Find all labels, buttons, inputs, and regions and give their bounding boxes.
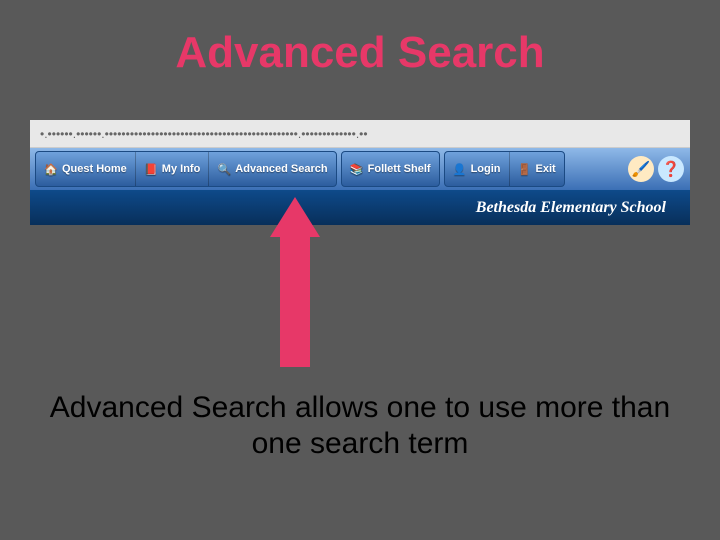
- url-bar: •.••••••.••••••.••••••••••••••••••••••••…: [30, 120, 690, 148]
- home-icon: 🏠: [44, 162, 58, 176]
- search-icon: 🔍: [217, 162, 231, 176]
- arrow-head-icon: [270, 197, 320, 237]
- app-screenshot: •.••••••.••••••.••••••••••••••••••••••••…: [30, 120, 690, 225]
- nav-label: Login: [471, 163, 501, 175]
- slide-caption: Advanced Search allows one to use more t…: [30, 390, 690, 462]
- school-banner: Bethesda Elementary School: [30, 190, 690, 225]
- info-icon: 📕: [144, 162, 158, 176]
- nav-label: Exit: [536, 163, 556, 175]
- slide-title: Advanced Search: [0, 28, 720, 78]
- nav-follett-shelf[interactable]: 📚 Follett Shelf: [342, 152, 439, 186]
- nav-bar: 🏠 Quest Home 📕 My Info 🔍 Advanced Search…: [30, 148, 690, 190]
- nav-group-main: 🏠 Quest Home 📕 My Info 🔍 Advanced Search: [35, 151, 337, 187]
- login-icon: 👤: [453, 162, 467, 176]
- nav-advanced-search[interactable]: 🔍 Advanced Search: [209, 152, 335, 186]
- exit-icon: 🚪: [518, 162, 532, 176]
- nav-label: My Info: [162, 163, 201, 175]
- nav-label: Follett Shelf: [368, 163, 431, 175]
- nav-group-session: 👤 Login 🚪 Exit: [444, 151, 565, 187]
- nav-label: Advanced Search: [235, 163, 327, 175]
- nav-spacer: [567, 148, 626, 190]
- shelf-icon: 📚: [350, 162, 364, 176]
- nav-label: Quest Home: [62, 163, 127, 175]
- arrow-stem: [280, 235, 310, 367]
- callout-arrow: [270, 197, 320, 367]
- school-name: Bethesda Elementary School: [476, 199, 666, 217]
- nav-quest-home[interactable]: 🏠 Quest Home: [36, 152, 136, 186]
- nav-my-info[interactable]: 📕 My Info: [136, 152, 210, 186]
- nav-exit[interactable]: 🚪 Exit: [510, 152, 564, 186]
- nav-group-shelf: 📚 Follett Shelf: [341, 151, 440, 187]
- paint-icon[interactable]: 🖌️: [628, 156, 654, 182]
- tool-icons: 🖌️ ❓: [628, 151, 684, 187]
- nav-login[interactable]: 👤 Login: [445, 152, 510, 186]
- help-icon[interactable]: ❓: [658, 156, 684, 182]
